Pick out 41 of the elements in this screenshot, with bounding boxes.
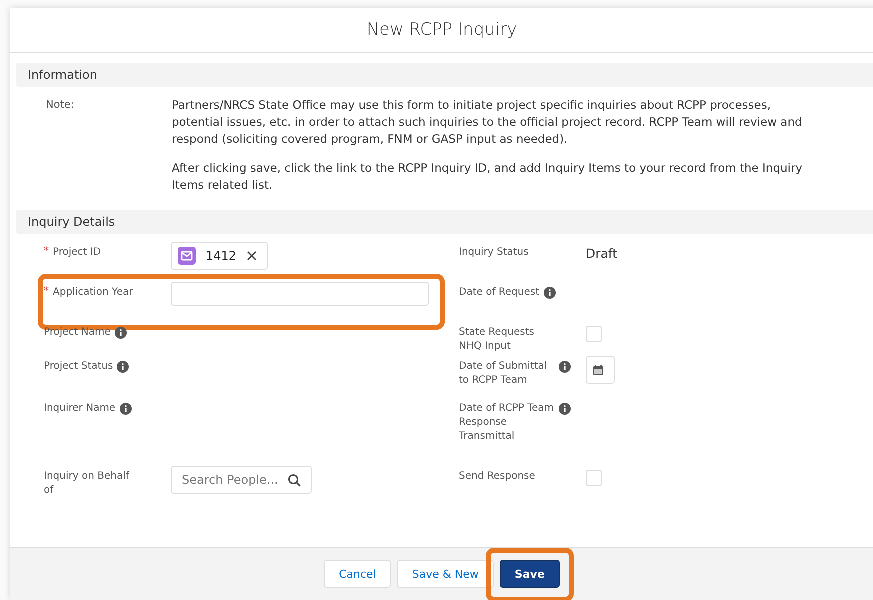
info-icon[interactable]: [559, 361, 571, 373]
field-label: Date of RCPP Team Response Transmittal: [459, 402, 555, 444]
checkbox[interactable]: [586, 326, 602, 342]
info-icon[interactable]: [544, 287, 556, 299]
field-label: Project Name: [44, 326, 111, 340]
calendar-icon: [593, 364, 604, 376]
close-icon[interactable]: [246, 251, 257, 261]
field-value: Draft: [586, 245, 618, 261]
required-mark: *: [44, 286, 49, 297]
lookup-value: 1412: [206, 249, 237, 263]
modal-title: New RCPP Inquiry: [366, 20, 518, 40]
input-field[interactable]: [171, 282, 429, 306]
info-icon[interactable]: [114, 327, 127, 339]
field-label: Date of Request: [459, 286, 540, 300]
note-text: After clicking save, click the link to the RCPP Inquiry ID, and add Inquiry Items to your record from the Inquiry Items related list.: [172, 160, 804, 194]
note-text: Partners/NRCS State Office may use this form to initiate project specific inquiries about RCPP processes, potential issues, etc. in order to attach such inquiries to the official project record. RCPP Team will review and respond (soliciting covered program, FNM or GASP input as needed).: [172, 97, 804, 148]
envelope-icon: [178, 247, 196, 265]
field-label: Application Year: [53, 286, 134, 300]
info-icon[interactable]: [559, 403, 571, 415]
required-mark: *: [44, 246, 49, 257]
section-title: Information: [28, 68, 98, 82]
footer-button[interactable]: Cancel: [324, 560, 392, 588]
field-label: Inquirer Name: [44, 402, 116, 416]
field-label: Project Status: [44, 360, 114, 374]
info-icon[interactable]: [120, 403, 132, 415]
section-title: Inquiry Details: [28, 215, 116, 229]
field-label: Project ID: [53, 246, 102, 260]
field-label: State Requests NHQ Input: [459, 326, 536, 354]
field-label: Date of Submittal to RCPP Team: [459, 360, 548, 388]
project-lookup-field[interactable]: 1412: [171, 242, 268, 270]
field-label: Inquiry on Behalf of: [44, 470, 131, 498]
checkbox[interactable]: [586, 470, 602, 486]
field-label: Send Response: [459, 470, 536, 484]
date-field[interactable]: [586, 356, 615, 384]
footer-button[interactable]: Save & New: [397, 560, 494, 588]
info-icon[interactable]: [117, 361, 130, 373]
field-label: Inquiry Status: [459, 246, 529, 260]
note-label: Note:: [46, 98, 76, 113]
save-button[interactable]: Save: [500, 560, 560, 588]
search-field[interactable]: Search People...: [171, 466, 312, 494]
search-icon: [288, 474, 302, 486]
